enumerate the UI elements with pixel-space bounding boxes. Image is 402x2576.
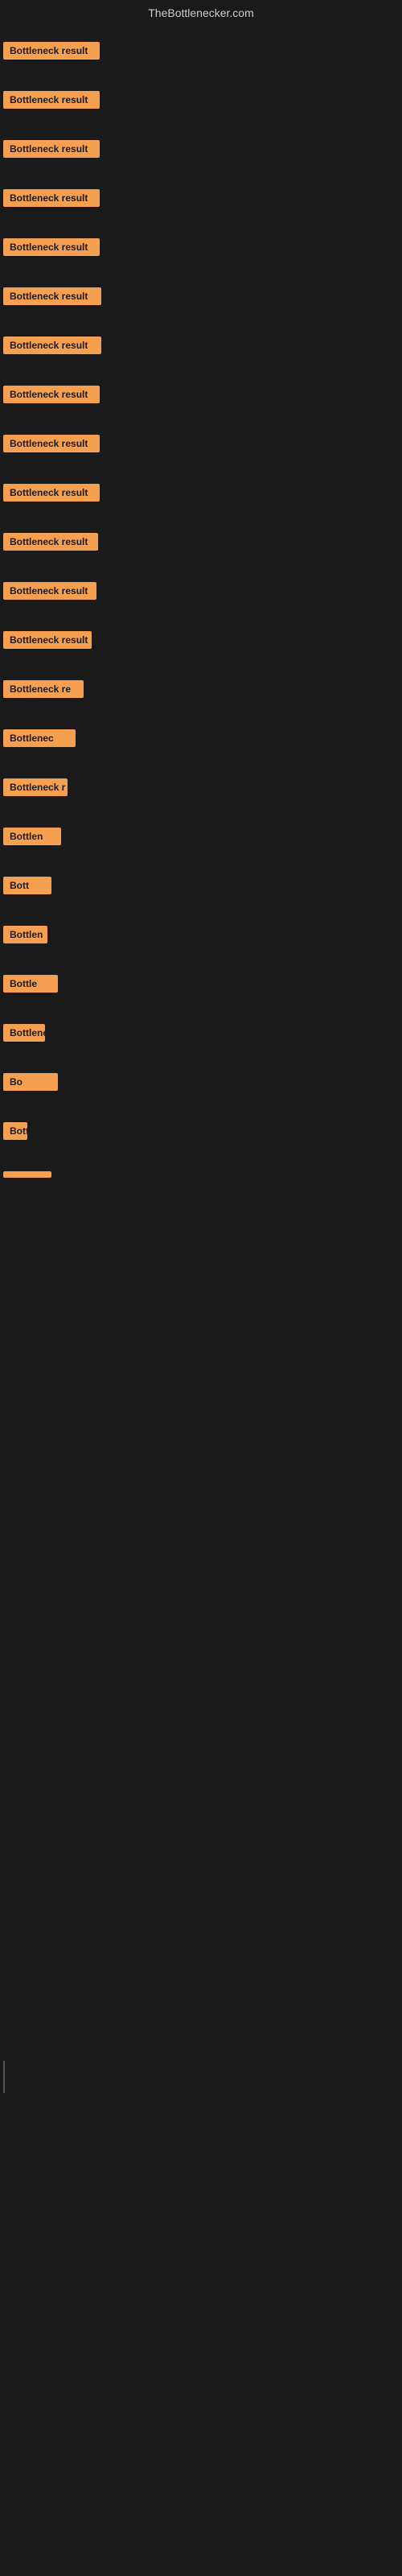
bottleneck-row-24 [0,1152,402,1190]
bottleneck-badge-18[interactable]: Bott [3,877,51,894]
bottleneck-row-15: Bottlenec [0,710,402,759]
bottleneck-badge-12[interactable]: Bottleneck result [3,582,96,600]
bottleneck-row-19: Bottlen [0,906,402,956]
bottleneck-row-5: Bottleneck result [0,219,402,268]
bottleneck-row-22: Bo [0,1054,402,1103]
bottleneck-row-20: Bottle [0,956,402,1005]
bottleneck-badge-22[interactable]: Bo [3,1073,58,1091]
bottleneck-row-2: Bottleneck result [0,72,402,121]
bottleneck-row-6: Bottleneck result [0,268,402,317]
bottleneck-row-1: Bottleneck result [0,23,402,72]
bottleneck-row-18: Bott [0,857,402,906]
bottleneck-row-11: Bottleneck result [0,514,402,563]
bottleneck-row-10: Bottleneck result [0,464,402,514]
bottleneck-row-14: Bottleneck re [0,661,402,710]
bottleneck-badge-15[interactable]: Bottlenec [3,729,76,747]
bottleneck-badge-3[interactable]: Bottleneck result [3,140,100,158]
bottleneck-badge-1[interactable]: Bottleneck result [3,42,100,60]
bottleneck-badge-8[interactable]: Bottleneck result [3,386,100,403]
bottleneck-row-7: Bottleneck result [0,317,402,366]
bottleneck-row-23: Bottler [0,1103,402,1152]
bottom-line-indicator [3,2061,5,2093]
site-header: TheBottlenecker.com [0,0,402,23]
bottleneck-badge-21[interactable]: Bottlenec [3,1024,45,1042]
bottleneck-badge-6[interactable]: Bottleneck result [3,287,101,305]
bottleneck-badge-7[interactable]: Bottleneck result [3,336,101,354]
bottleneck-badge-2[interactable]: Bottleneck result [3,91,100,109]
bottleneck-row-17: Bottlen [0,808,402,857]
empty-section [0,1190,402,1673]
bottleneck-row-16: Bottleneck r [0,759,402,808]
bottleneck-row-9: Bottleneck result [0,415,402,464]
bottleneck-badge-17[interactable]: Bottlen [3,828,61,845]
bottleneck-badge-16[interactable]: Bottleneck r [3,778,68,796]
bottleneck-badge-24[interactable] [3,1171,51,1178]
bottleneck-row-3: Bottleneck result [0,121,402,170]
bottleneck-row-8: Bottleneck result [0,366,402,415]
bottleneck-badge-20[interactable]: Bottle [3,975,58,993]
bottleneck-row-21: Bottlenec [0,1005,402,1054]
bottleneck-row-13: Bottleneck result [0,612,402,661]
bottleneck-badge-13[interactable]: Bottleneck result [3,631,92,649]
bottleneck-badge-9[interactable]: Bottleneck result [3,435,100,452]
bottleneck-badge-4[interactable]: Bottleneck result [3,189,100,207]
bottleneck-badge-10[interactable]: Bottleneck result [3,484,100,502]
bottleneck-row-4: Bottleneck result [0,170,402,219]
site-title: TheBottlenecker.com [148,6,254,19]
bottleneck-badge-23[interactable]: Bottler [3,1122,27,1140]
bottleneck-badge-14[interactable]: Bottleneck re [3,680,84,698]
bottleneck-badge-11[interactable]: Bottleneck result [3,533,98,551]
bottleneck-badge-19[interactable]: Bottlen [3,926,47,943]
bottleneck-row-12: Bottleneck result [0,563,402,612]
bottleneck-badge-5[interactable]: Bottleneck result [3,238,100,256]
rows-container: Bottleneck result Bottleneck result Bottle… [0,23,402,1190]
